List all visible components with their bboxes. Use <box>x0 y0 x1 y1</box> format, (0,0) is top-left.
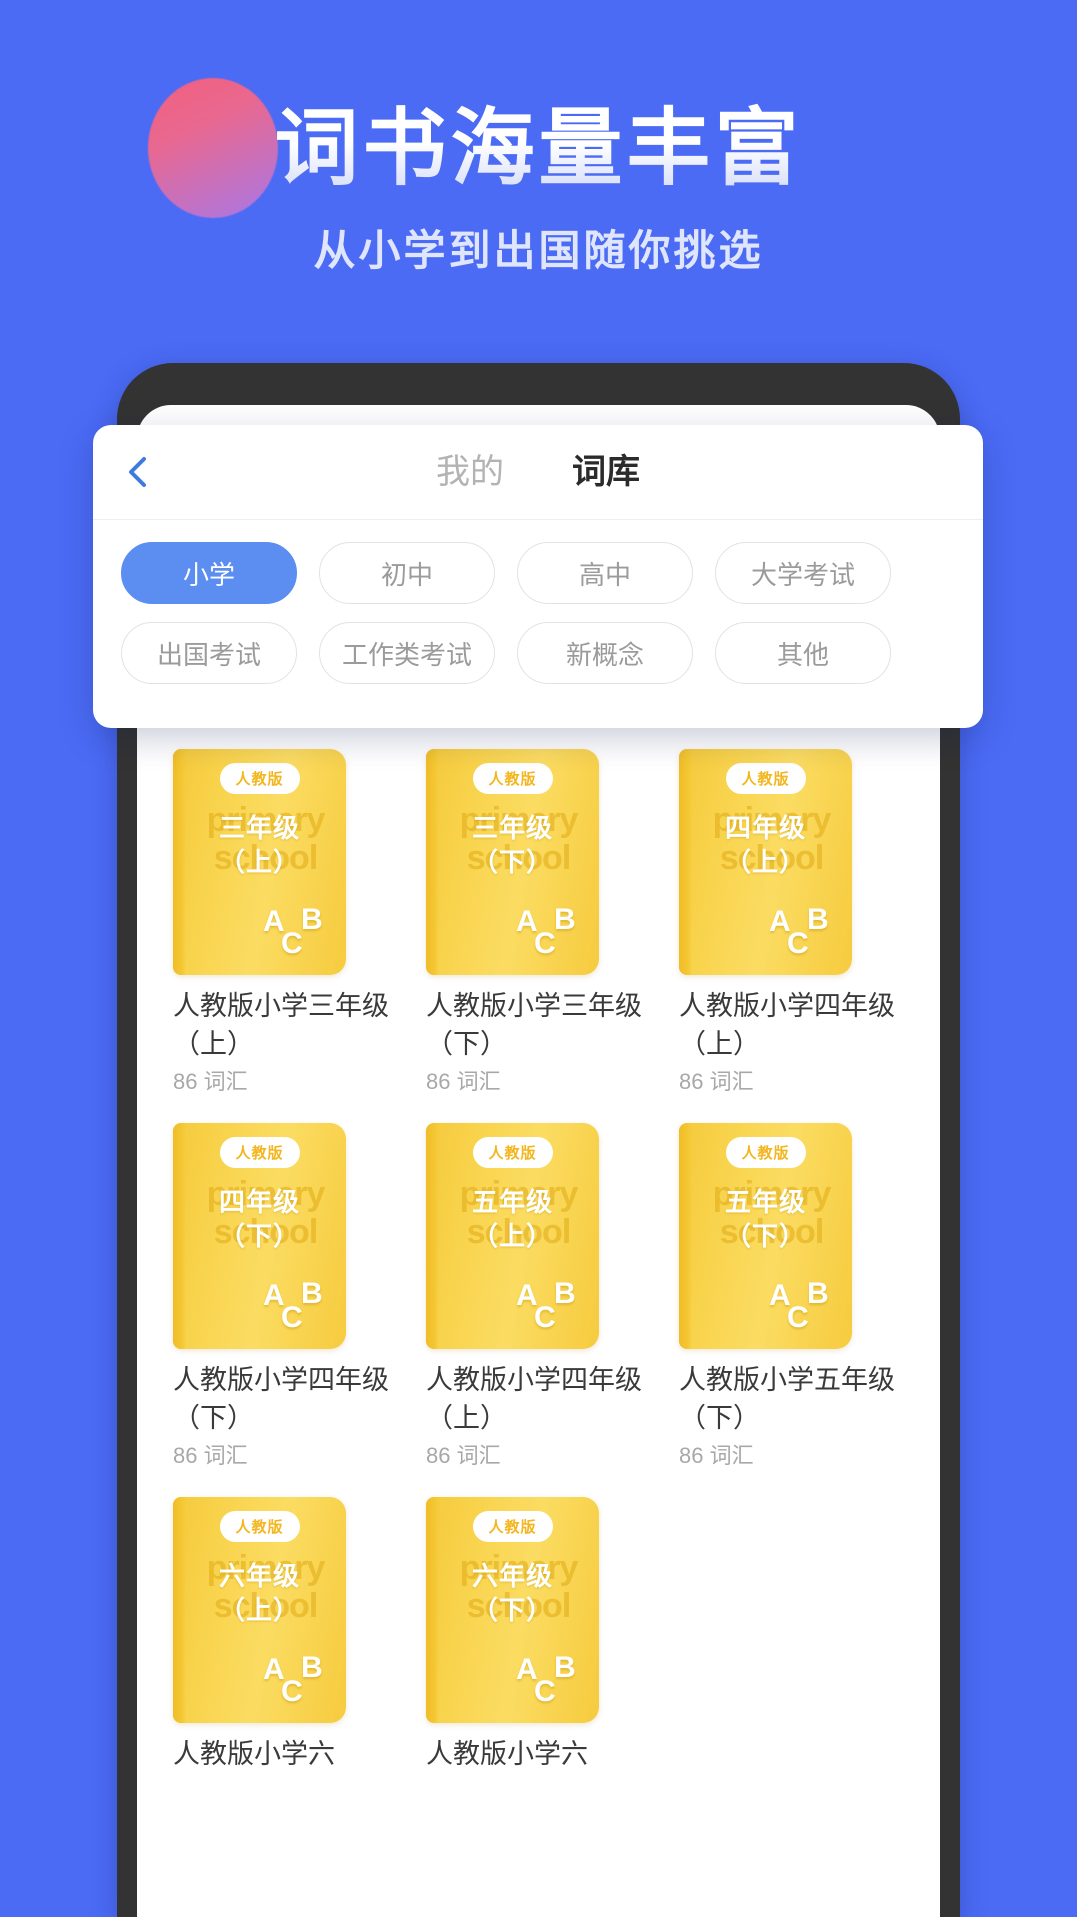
book-title: 人教版小学三年级（下） <box>426 991 642 1059</box>
abc-logo-icon: ABC <box>514 1277 586 1335</box>
abc-logo-icon: ABC <box>261 1277 333 1335</box>
book-grade-label: 三年级 （下） <box>471 813 553 877</box>
book-cover[interactable]: primary school 人教版 三年级 （上） A B C <box>173 749 346 975</box>
publisher-badge: 人教版 <box>725 763 806 794</box>
book-title: 人教版小学三年级（上） <box>173 991 389 1059</box>
tab-wordbook[interactable]: 词库 <box>572 452 640 494</box>
book-cover[interactable]: primary school 人教版 六年级 （上） A B C <box>173 1497 346 1723</box>
abc-letter-b: B <box>554 1277 576 1310</box>
wordbook-filter-panel: 我的 词库 小学 初中 高中 大学考试出国考试 工作类考试 新概念 其他 <box>93 425 983 728</box>
abc-letter-c: C <box>534 1675 556 1708</box>
wordbook-card[interactable]: primary school 人教版 六年级 （上） A B C 人教版小学六 <box>173 1497 398 1815</box>
abc-logo-icon: ABC <box>514 1651 586 1709</box>
abc-letter-b: B <box>301 1651 323 1684</box>
publisher-badge: 人教版 <box>219 1137 300 1168</box>
abc-logo-icon: ABC <box>767 903 839 961</box>
abc-letter-b: B <box>807 903 829 936</box>
wordbook-grid: primary school 人教版 三年级 （上） A B C 人教版小学三年级（上） 86… <box>173 749 904 1815</box>
page-title: 词书海量丰富 <box>0 96 1077 200</box>
publisher-badge: 人教版 <box>472 763 553 794</box>
filter-chip[interactable]: 工作类考试 <box>319 622 496 684</box>
filter-chip[interactable]: 新概念 <box>517 622 694 684</box>
abc-letter-c: C <box>534 927 556 960</box>
abc-logo-icon: ABC <box>767 1277 839 1335</box>
abc-logo-icon: ABC <box>514 903 586 961</box>
book-word-count: 86 词汇 <box>173 1443 248 1468</box>
abc-letter-c: C <box>281 1301 303 1334</box>
book-word-count: 86 词汇 <box>679 1443 754 1468</box>
book-title: 人教版小学六 <box>426 1739 588 1769</box>
book-grade-label: 五年级 （下） <box>724 1187 806 1251</box>
wordbook-card[interactable]: primary school 人教版 六年级 （下） A B C 人教版小学六 <box>426 1497 651 1815</box>
book-cover[interactable]: primary school 人教版 五年级 （上） A B C <box>426 1123 599 1349</box>
book-grade-label: 五年级 （上） <box>471 1187 553 1251</box>
book-title: 人教版小学四年级（下） <box>173 1365 389 1433</box>
abc-letter-c: C <box>787 1301 809 1334</box>
navigation-bar: 我的 词库 <box>93 425 983 520</box>
wordbook-card[interactable]: primary school 人教版 五年级 （上） A B C 人教版小学四年级（上） 86… <box>426 1123 651 1471</box>
abc-logo-icon: ABC <box>261 1651 333 1709</box>
book-cover[interactable]: primary school 人教版 四年级 （下） A B C <box>173 1123 346 1349</box>
abc-letter-b: B <box>301 903 323 936</box>
publisher-badge: 人教版 <box>219 1511 300 1542</box>
filter-chip[interactable]: 出国考试 <box>121 622 297 684</box>
abc-letter-b: B <box>554 903 576 936</box>
abc-letter-b: B <box>301 1277 323 1310</box>
book-grade-label: 四年级 （下） <box>218 1187 300 1251</box>
abc-letter-c: C <box>281 927 303 960</box>
hero-banner: 词书海量丰富 从小学到出国随你挑选 <box>0 0 1077 340</box>
book-word-count: 86 词汇 <box>426 1069 501 1094</box>
wordbook-card[interactable]: primary school 人教版 五年级 （下） A B C 人教版小学五年级（下） 86… <box>679 1123 904 1471</box>
book-title: 人教版小学四年级（上） <box>426 1365 642 1433</box>
tab-mine[interactable]: 我的 <box>436 452 504 494</box>
publisher-badge: 人教版 <box>725 1137 806 1168</box>
book-cover[interactable]: primary school 人教版 六年级 （下） A B C <box>426 1497 599 1723</box>
wordbook-card[interactable]: primary school 人教版 四年级 （下） A B C 人教版小学四年级（下） 86… <box>173 1123 398 1471</box>
wordbook-card[interactable]: primary school 人教版 三年级 （上） A B C 人教版小学三年级（上） 86… <box>173 749 398 1097</box>
book-cover[interactable]: primary school 人教版 三年级 （下） A B C <box>426 749 599 975</box>
book-title: 人教版小学五年级（下） <box>679 1365 895 1433</box>
filter-chip[interactable]: 小学 <box>121 542 297 604</box>
book-word-count: 86 词汇 <box>679 1069 754 1094</box>
wordbook-card[interactable]: primary school 人教版 三年级 （下） A B C 人教版小学三年级（下） 86… <box>426 749 651 1097</box>
book-word-count: 86 词汇 <box>173 1069 248 1094</box>
book-word-count: 86 词汇 <box>426 1443 501 1468</box>
abc-letter-c: C <box>787 927 809 960</box>
book-title: 人教版小学四年级（上） <box>679 991 895 1059</box>
publisher-badge: 人教版 <box>472 1511 553 1542</box>
book-grade-label: 六年级 （上） <box>218 1561 300 1625</box>
wordbook-card[interactable]: primary school 人教版 四年级 （上） A B C 人教版小学四年级（上） 86… <box>679 749 904 1097</box>
book-grade-label: 四年级 （上） <box>724 813 806 877</box>
abc-letter-c: C <box>281 1675 303 1708</box>
filter-chip[interactable]: 高中 <box>517 542 693 604</box>
abc-logo-icon: ABC <box>261 903 333 961</box>
nav-tab-list: 我的 词库 <box>93 425 983 520</box>
filter-chip[interactable]: 大学考试 <box>715 542 891 604</box>
abc-letter-c: C <box>534 1301 556 1334</box>
abc-letter-b: B <box>807 1277 829 1310</box>
category-filter-chips: 小学 初中 高中 大学考试出国考试 工作类考试 新概念 其他 <box>93 520 983 684</box>
page-subtitle: 从小学到出国随你挑选 <box>313 227 764 274</box>
filter-chip[interactable]: 初中 <box>319 542 495 604</box>
filter-chip[interactable]: 其他 <box>715 622 892 684</box>
book-grade-label: 六年级 （下） <box>471 1561 553 1625</box>
book-grade-label: 三年级 （上） <box>218 813 300 877</box>
abc-letter-b: B <box>554 1651 576 1684</box>
book-cover[interactable]: primary school 人教版 四年级 （上） A B C <box>679 749 852 975</box>
publisher-badge: 人教版 <box>219 763 300 794</box>
publisher-badge: 人教版 <box>472 1137 553 1168</box>
book-cover[interactable]: primary school 人教版 五年级 （下） A B C <box>679 1123 852 1349</box>
book-title: 人教版小学六 <box>173 1739 335 1769</box>
